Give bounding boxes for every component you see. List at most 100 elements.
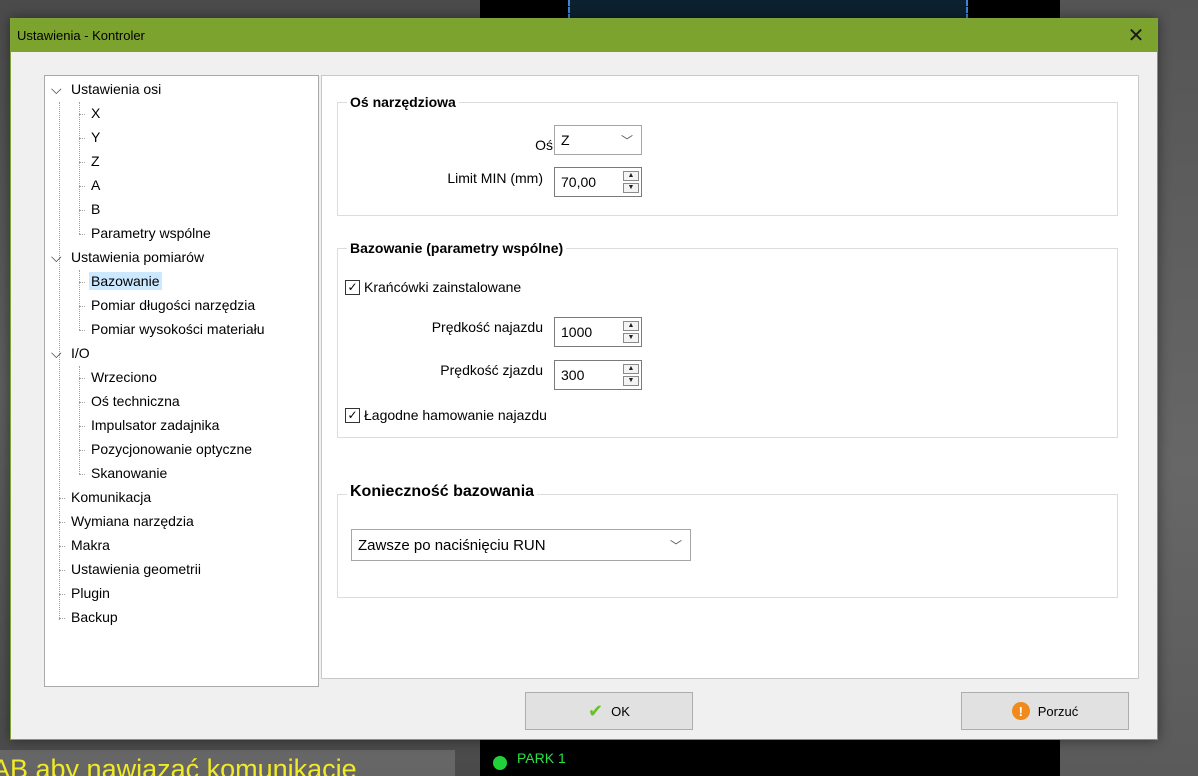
tree-subitem[interactable]: Bazowanie <box>89 270 162 292</box>
spin-up-icon[interactable]: ▲ <box>623 171 639 181</box>
tree-item-label: Parametry wspólne <box>91 225 211 241</box>
tool-axis-group: Oś narzędziowa Oś Z ﹀ Limit MIN (mm) 70,… <box>337 92 1118 216</box>
tree-item-label: Pomiar wysokości materiału <box>91 321 265 337</box>
tree-connector <box>59 522 65 523</box>
tree-subitem[interactable]: Pomiar wysokości materiału <box>89 318 267 340</box>
tree-subitem[interactable]: Impulsator zadajnika <box>89 414 221 436</box>
soft-braking-label: Łagodne hamowanie najazdu <box>364 407 547 423</box>
tree-item[interactable]: I/O <box>69 342 92 364</box>
tree-subitem[interactable]: Z <box>89 150 102 172</box>
axis-select[interactable]: Z ﹀ <box>554 125 642 155</box>
tree-item-label: Makra <box>71 537 110 553</box>
tree-connector <box>59 102 60 620</box>
tree-item[interactable]: Ustawienia pomiarów <box>69 246 206 268</box>
tree-subitem[interactable]: X <box>89 102 102 124</box>
tree-item-label: Pozycjonowanie optyczne <box>91 441 253 457</box>
background-preview-panel <box>568 0 968 20</box>
tree-item-label: A <box>91 177 101 193</box>
settings-dialog: Ustawienia - Kontroler ✕ Ustawienia osi ⌵… <box>10 18 1158 740</box>
close-icon: ✕ <box>1127 25 1145 47</box>
tree-connector <box>79 366 80 474</box>
tree-subitem[interactable]: Oś techniczna <box>89 390 182 412</box>
homing-required-select[interactable]: Zawsze po naciśnięciu RUN ﹀ <box>351 529 691 561</box>
homing-required-value: Zawsze po naciśnięciu RUN <box>358 536 546 554</box>
chevron-down-icon[interactable]: ⌵ <box>51 250 62 264</box>
checkmark-icon: ✔ <box>588 700 604 721</box>
tree-item-label: Plugin <box>71 585 110 601</box>
chevron-down-icon[interactable]: ⌵ <box>51 346 62 360</box>
tree-item[interactable]: Ustawienia osi <box>69 78 163 100</box>
tree-subitem[interactable]: Parametry wspólne <box>89 222 213 244</box>
tree-item[interactable]: Wymiana narzędzia <box>69 510 196 532</box>
tree-connector <box>59 546 65 547</box>
soft-braking-checkbox[interactable]: ✓ <box>345 407 360 423</box>
tree-subitem[interactable]: Pomiar długości narzędzia <box>89 294 257 316</box>
homing-required-title: Konieczność bazowania <box>347 482 538 502</box>
park-status-dot <box>493 756 507 770</box>
tree-item-label: Bazowanie <box>89 272 162 290</box>
tree-item[interactable]: Ustawienia geometrii <box>69 558 203 580</box>
tree-subitem[interactable]: Skanowanie <box>89 462 169 484</box>
approach-speed-spinner[interactable]: 1000 ▲ ▼ <box>554 317 642 347</box>
spin-up-icon[interactable]: ▲ <box>623 364 639 374</box>
tree-item-label: Wymiana narzędzia <box>71 513 194 529</box>
background-status-bar: AB aby nawiązać komunikację <box>0 750 455 776</box>
tree-connector <box>79 102 80 234</box>
axis-select-value: Z <box>561 132 570 148</box>
tree-subitem[interactable]: B <box>89 198 102 220</box>
retract-speed-value: 300 <box>561 367 585 383</box>
homing-required-group: Konieczność bazowania Zawsze po naciśnię… <box>337 482 1118 598</box>
homing-title: Bazowanie (parametry wspólne) <box>347 238 567 258</box>
approach-speed-value: 1000 <box>561 324 593 340</box>
spin-down-icon[interactable]: ▼ <box>623 333 639 343</box>
axis-label: Oś <box>535 137 553 153</box>
dialog-title: Ustawienia - Kontroler <box>17 28 145 43</box>
tree-subitem[interactable]: Wrzeciono <box>89 366 159 388</box>
limit-min-label: Limit MIN (mm) <box>447 170 543 186</box>
cancel-label: Porzuć <box>1037 703 1079 719</box>
homing-group: Bazowanie (parametry wspólne) ✓ Krańcówk… <box>337 238 1118 438</box>
soft-braking-checkbox-row[interactable]: ✓ Łagodne hamowanie najazdu <box>345 407 547 423</box>
ok-button[interactable]: ✔ OK <box>525 692 693 730</box>
retract-speed-label: Prędkość zjazdu <box>440 362 543 378</box>
tree-connector <box>79 234 85 235</box>
tree-subitem[interactable]: Pozycjonowanie optyczne <box>89 438 254 460</box>
tree-item-label: Komunikacja <box>71 489 152 505</box>
tree-item[interactable]: Backup <box>69 606 120 628</box>
tree-item-label: Oś techniczna <box>91 393 180 409</box>
close-button[interactable]: ✕ <box>1123 23 1149 49</box>
tree-item-label: Ustawienia geometrii <box>71 561 201 577</box>
park-label: PARK 1 <box>517 750 566 766</box>
ok-label: OK <box>611 703 630 719</box>
tree-item[interactable]: Makra <box>69 534 112 556</box>
chevron-down-icon[interactable]: ⌵ <box>51 82 62 96</box>
tree-connector <box>79 474 85 475</box>
tree-item-label: Pomiar długości narzędzia <box>91 297 256 313</box>
limit-min-spinner[interactable]: 70,00 ▲ ▼ <box>554 167 642 197</box>
retract-speed-spinner[interactable]: 300 ▲ ▼ <box>554 360 642 390</box>
spin-down-icon[interactable]: ▼ <box>623 376 639 386</box>
tree-item-label: Ustawienia pomiarów <box>71 249 205 265</box>
chevron-down-icon: ﹀ <box>669 539 682 553</box>
spin-up-icon[interactable]: ▲ <box>623 321 639 331</box>
limit-switches-checkbox-row[interactable]: ✓ Krańcówki zainstalowane <box>345 279 521 295</box>
tree-connector <box>79 270 80 330</box>
tree-item-label: B <box>91 201 101 217</box>
limit-switches-label: Krańcówki zainstalowane <box>364 279 522 295</box>
tree-connector <box>59 618 65 619</box>
tree-item[interactable]: Plugin <box>69 582 112 604</box>
cancel-button[interactable]: ! Porzuć <box>961 692 1129 730</box>
tree-item-label: Wrzeciono <box>91 369 157 385</box>
tree-subitem[interactable]: Y <box>89 126 102 148</box>
tool-axis-title: Oś narzędziowa <box>347 92 459 112</box>
background-status-text: AB aby nawiązać komunikację <box>0 754 357 776</box>
tree-connector <box>59 594 65 595</box>
limit-switches-checkbox[interactable]: ✓ <box>345 279 360 295</box>
settings-tree[interactable]: Ustawienia osi ⌵ X Y Z A B Parametry wspólne Ust… <box>44 75 319 687</box>
dialog-titlebar[interactable]: Ustawienia - Kontroler ✕ <box>11 19 1157 52</box>
tree-subitem[interactable]: A <box>89 174 102 196</box>
warning-icon: ! <box>1011 702 1030 720</box>
spin-down-icon[interactable]: ▼ <box>623 183 639 193</box>
tree-connector <box>59 570 65 571</box>
tree-item[interactable]: Komunikacja <box>69 486 153 508</box>
